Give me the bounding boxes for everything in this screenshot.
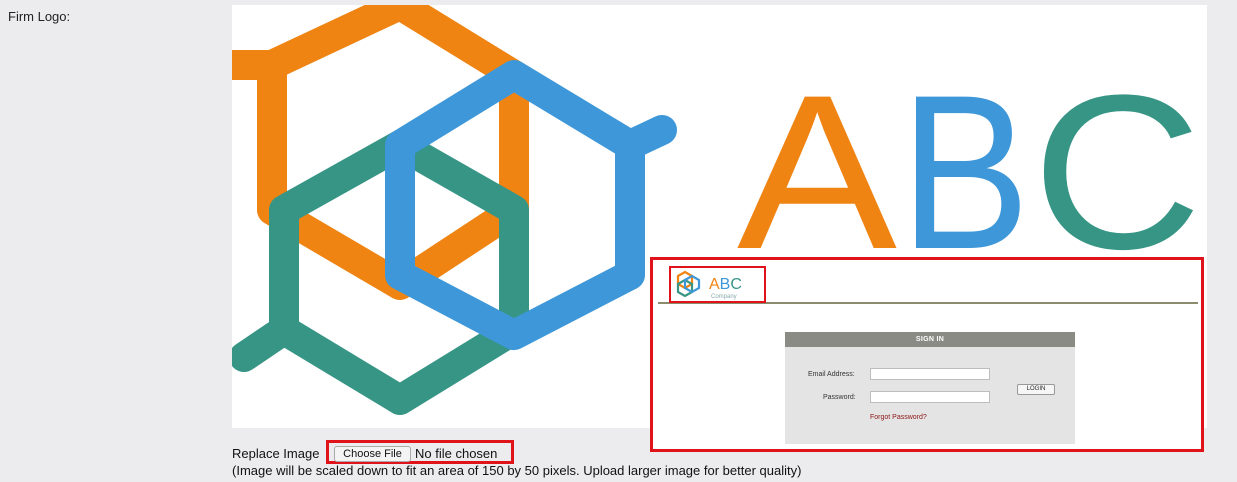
forgot-password-link: Forgot Password? xyxy=(870,414,927,421)
mini-logo-subtitle: Company xyxy=(711,294,737,300)
file-input[interactable]: Choose File No file chosen xyxy=(326,440,514,464)
signin-title: SIGN IN xyxy=(785,332,1075,347)
signin-panel: SIGN IN Email Address: Password: LOGIN F… xyxy=(785,332,1075,444)
replace-image-label: Replace Image xyxy=(232,446,320,461)
login-button: LOGIN xyxy=(1017,384,1055,395)
email-label: Email Address: xyxy=(808,371,855,378)
password-label: Password: xyxy=(823,394,856,401)
mini-logo: ABC Company xyxy=(669,266,766,303)
password-field xyxy=(870,391,990,403)
login-preview-screenshot: ABC Company SIGN IN Email Address: Passw… xyxy=(650,257,1204,452)
mini-logo-text: ABC xyxy=(709,276,742,293)
choose-file-button[interactable]: Choose File xyxy=(334,446,411,462)
file-status-text: No file chosen xyxy=(415,446,498,461)
email-field xyxy=(870,368,990,380)
mini-logo-graphic: ABC Company xyxy=(676,270,742,300)
firm-logo-label: Firm Logo: xyxy=(8,9,71,24)
preview-header: ABC Company xyxy=(658,260,1198,304)
upload-hint: (Image will be scaled down to fit an are… xyxy=(232,463,802,478)
